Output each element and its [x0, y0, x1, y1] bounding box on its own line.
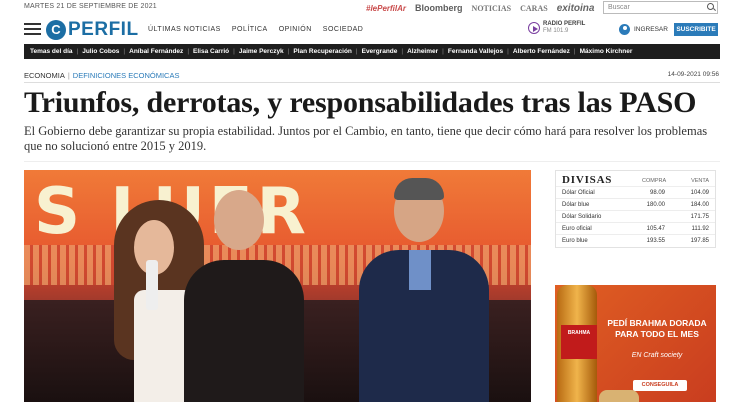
site-logo[interactable]: C PERFIL — [46, 19, 139, 41]
currency-row: Dólar blue 180.00 184.00 — [556, 199, 715, 211]
search-icon[interactable] — [707, 3, 714, 10]
column-buy: COMPRA — [642, 178, 667, 184]
beer-bottle-image: BRAHMA — [557, 285, 597, 402]
currency-row: Dólar Oficial 98.09 104.09 — [556, 187, 715, 199]
logo-text: PERFIL — [68, 19, 139, 40]
currency-widget: DIVISAS COMPRA VENTA Dólar Oficial 98.09 1… — [555, 170, 716, 248]
topic-link[interactable]: Aníbal Fernández — [129, 48, 183, 55]
nav-item-politica[interactable]: POLÍTICA — [232, 26, 268, 33]
article-title: Triunfos, derrotas, y responsabilidades … — [24, 86, 697, 119]
user-icon — [619, 24, 630, 35]
currency-row: Dólar Solidario 171.75 — [556, 211, 715, 223]
login-label: INGRESAR — [634, 26, 668, 33]
partner-link[interactable]: #lePerfilAr — [366, 4, 406, 13]
partner-sites: #lePerfilAr Bloomberg NOTICIAS CARAS exi… — [366, 1, 594, 15]
person-man-embracing — [174, 190, 314, 402]
ad-subtitle: EN Craft society — [631, 352, 683, 359]
partner-link[interactable]: CARAS — [520, 4, 548, 13]
play-icon[interactable] — [528, 22, 540, 34]
current-date: MARTES 21 DE SEPTIEMBRE DE 2021 — [24, 3, 157, 10]
breadcrumb-subsection[interactable]: DEFINICIONES ECONÓMICAS — [73, 71, 180, 80]
divider — [24, 161, 720, 162]
topic-link[interactable]: Alzheimer — [407, 48, 438, 55]
currency-row: Euro blue 193.55 197.85 — [562, 238, 709, 244]
logo-mark: C — [46, 20, 66, 40]
topic-link[interactable]: Julio Cobos — [82, 48, 119, 55]
partner-link[interactable]: NOTICIAS — [472, 4, 512, 13]
ad-cta-button[interactable]: CONSEGUILA — [633, 380, 687, 391]
main-header: C PERFIL ÚLTIMAS NOTICIAS POLÍTICA OPINI… — [0, 17, 750, 43]
currency-widget-title: DIVISAS — [562, 174, 613, 186]
partner-link[interactable]: Bloomberg — [415, 3, 463, 13]
article-lead: El Gobierno debe garantizar su propia es… — [24, 124, 708, 153]
search-input[interactable]: Buscar — [603, 1, 718, 14]
article-photo[interactable]: S LUER — [24, 170, 531, 402]
peanuts-image — [599, 390, 639, 402]
top-strip: MARTES 21 DE SEPTIEMBRE DE 2021 #lePerfi… — [0, 0, 750, 16]
radio-frequency: FM 101.9 — [543, 28, 569, 34]
microphone — [146, 260, 158, 310]
currency-row: Euro oficial 105.47 111.92 — [556, 223, 715, 235]
topic-link[interactable]: Máximo Kirchner — [580, 48, 633, 55]
radio-perfil-player[interactable]: RADIO PERFIL FM 101.9 — [528, 21, 585, 35]
brahma-ad-banner[interactable]: BRAHMA PEDÍ BRAHMA DORADA PARA TODO EL M… — [555, 285, 716, 402]
article-timestamp: 14-09-2021 09:56 — [667, 71, 719, 78]
topic-link[interactable]: Fernanda Vallejos — [448, 48, 503, 55]
topic-link[interactable]: Elisa Carrió — [193, 48, 229, 55]
menu-icon[interactable] — [24, 23, 41, 36]
topic-link[interactable]: Temas del día — [30, 48, 73, 55]
partner-link[interactable]: exitoina — [557, 3, 595, 14]
subscribe-button[interactable]: SUSCRIBITE — [674, 23, 718, 36]
nav-item-ultimas-noticias[interactable]: ÚLTIMAS NOTICIAS — [148, 26, 221, 33]
person-man-clapping — [354, 178, 494, 402]
ad-headline: PEDÍ BRAHMA DORADA PARA TODO EL MES — [607, 318, 707, 339]
topic-link[interactable]: Evergrande — [362, 48, 398, 55]
breadcrumb-section[interactable]: ECONOMIA — [24, 71, 65, 80]
divider — [24, 82, 720, 83]
bottle-label: BRAHMA — [561, 325, 597, 359]
topic-link[interactable]: Jaime Perczyk — [239, 48, 284, 55]
login-link[interactable]: INGRESAR — [619, 24, 668, 35]
main-nav: ÚLTIMAS NOTICIAS POLÍTICA OPINIÓN SOCIED… — [148, 26, 363, 33]
topic-link[interactable]: Plan Recuperación — [293, 48, 352, 55]
nav-item-opinion[interactable]: OPINIÓN — [279, 26, 312, 33]
column-sell: VENTA — [691, 178, 709, 184]
breadcrumb: ECONOMIA | DEFINICIONES ECONÓMICAS — [24, 71, 180, 80]
nav-item-sociedad[interactable]: SOCIEDAD — [323, 26, 364, 33]
radio-name: RADIO PERFIL — [543, 21, 586, 27]
topic-link[interactable]: Alberto Fernández — [513, 48, 570, 55]
topics-bar: Temas del día | Julio Cobos | Aníbal Ferná… — [24, 44, 720, 59]
